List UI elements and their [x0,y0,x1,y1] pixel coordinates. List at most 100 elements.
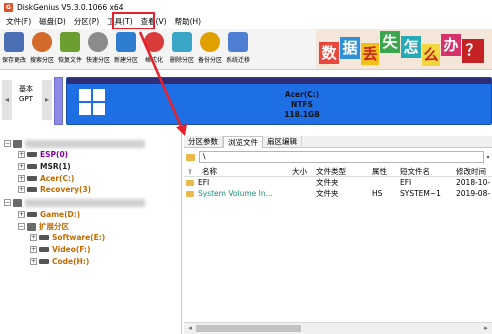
backup-partition-button[interactable]: 备份分区 [196,29,224,69]
tree-item-msr[interactable]: + MSR(1) [18,161,71,172]
expand-icon[interactable]: + [18,163,25,170]
menu-partition[interactable]: 分区(P) [70,16,103,27]
scroll-thumb[interactable] [196,325,301,332]
tree-label: Game(D:) [40,210,81,219]
disk-gpt-label: GPT [19,95,33,103]
column-attr[interactable]: 属性 [372,166,387,177]
file-mtime: 2018-10- [456,178,491,187]
file-attr: HS [372,189,383,198]
file-type: 文件夹 [316,178,339,187]
disk-next-arrow[interactable]: ▸ [42,80,52,120]
column-name[interactable]: 名称 [202,166,217,177]
path-input[interactable]: \ [199,151,484,163]
tree-label: Video(F:) [52,245,91,254]
partition-block-acer[interactable]: Acer(C:) NTFS 118.1GB [66,77,492,125]
recover-files-button[interactable]: 恢复文件 [56,29,84,69]
toolbar-label: 备份分区 [197,57,222,64]
tree-item-extended[interactable]: − 扩展分区 [18,221,69,232]
detail-tabs: 分区参数 浏览文件 扇区编辑 [184,136,492,148]
horizontal-scrollbar[interactable]: ◂ ▸ [184,322,492,334]
folder-icon [186,180,194,186]
toolbar-label: 删除分区 [169,57,194,64]
tree-item-recovery[interactable]: + Recovery(3) [18,184,91,195]
scroll-left-icon[interactable]: ◂ [184,323,196,334]
tree-item-esp[interactable]: + ESP(0) [18,149,68,160]
column-size[interactable]: 大小 [292,166,307,177]
expand-icon[interactable]: + [18,211,25,218]
menu-disk[interactable]: 磁盘(D) [35,16,70,27]
folder-icon [186,191,194,197]
tools-menu-highlight [112,12,155,30]
new-partition-button[interactable]: 新建分区 [112,29,140,69]
tree-item-game[interactable]: + Game(D:) [18,209,80,220]
partition-icon [39,247,49,252]
tree-disk1[interactable]: − [4,197,145,208]
table-row[interactable]: EFI 文件夹 EFI 2018-10- [184,178,492,188]
tree-item-video[interactable]: + Video(F:) [30,244,90,255]
tree-item-acer[interactable]: + Acer(C:) [18,173,74,184]
search-icon [32,32,52,52]
partition-icon [39,235,49,240]
column-mtime[interactable]: 修改时间 [456,166,486,177]
expand-icon[interactable]: + [30,258,37,265]
up-folder-icon[interactable]: ⇪ [187,166,193,177]
partition-icon [27,212,37,217]
scroll-right-icon[interactable]: ▸ [480,323,492,334]
partition-usage-bar [67,78,491,84]
toolbar-label: 保存更改 [1,57,26,64]
tree-label: MSR(1) [40,162,71,171]
tree-label: Recovery(3) [40,185,92,194]
file-list: ⇪ 名称 大小 文件类型 属性 短文件名 修改时间 EFI 文件夹 EFI 20… [184,166,492,334]
toolbar: 保存更改 搜索分区 恢复文件 快速分区 新建分区 格式化 删除分区 备份分区 系… [0,29,316,69]
partition-info: Acer(C:) NTFS 118.1GB [202,90,402,120]
disk-prev-arrow[interactable]: ◂ [2,80,12,120]
disk-icon [13,198,22,207]
collapse-icon[interactable]: − [4,140,11,147]
quick-partition-icon [88,32,108,52]
tree-label: ESP(0) [40,150,69,159]
expand-icon[interactable]: + [18,175,25,182]
save-icon [4,32,24,52]
path-bar: \ ▾ [184,150,492,164]
tree-item-code[interactable]: + Code(H:) [30,256,89,267]
banner-tile: 办 [441,34,461,56]
expand-icon[interactable]: + [18,151,25,158]
save-changes-button[interactable]: 保存更改 [0,29,28,69]
format-button[interactable]: 格式化 [140,29,168,69]
redacted-disk-name [25,198,145,207]
system-migrate-button[interactable]: 系统迁移 [224,29,252,69]
search-partition-button[interactable]: 搜索分区 [28,29,56,69]
quick-partition-button[interactable]: 快速分区 [84,29,112,69]
delete-partition-button[interactable]: 删除分区 [168,29,196,69]
table-row[interactable]: System Volume In... 文件夹 HS SYSTEM~1 2019… [184,189,492,199]
collapse-icon[interactable]: − [18,223,25,230]
disk-basic-label: 基本 [19,85,33,93]
tree-disk0[interactable]: − [4,138,145,149]
small-partition-block[interactable] [54,77,63,125]
disk-map-panel: 基本 GPT ◂ ▸ Acer(C:) NTFS 118.1GB [0,69,492,131]
expand-icon[interactable]: + [30,234,37,241]
tree-item-software[interactable]: + Software(E:) [30,232,105,243]
tab-sector-edit[interactable]: 扇区编辑 [263,136,302,148]
menu-help[interactable]: 帮助(H) [171,16,206,27]
partition-size: 118.1GB [284,110,320,119]
banner-tile: 据 [340,37,360,59]
file-name: EFI [198,178,210,187]
tab-browse-files[interactable]: 浏览文件 [223,136,263,148]
column-short-name[interactable]: 短文件名 [400,166,430,177]
tab-partition-params[interactable]: 分区参数 [184,136,223,148]
migrate-icon [228,32,248,52]
expand-icon[interactable]: + [18,186,25,193]
expand-icon[interactable]: + [30,246,37,253]
partition-icon [27,164,37,169]
toolbar-label: 快速分区 [85,57,110,64]
chevron-down-icon[interactable]: ▾ [484,154,492,161]
redacted-disk-name [25,139,145,148]
menu-file[interactable]: 文件(F) [2,16,35,27]
file-name: System Volume In... [198,189,273,198]
partition-icon [27,176,37,181]
collapse-icon[interactable]: − [4,199,11,206]
ad-banner[interactable]: 数 据 丢 失 怎 么 办 ？ [316,29,492,69]
toolbar-label: 系统迁移 [225,57,250,64]
column-type[interactable]: 文件类型 [316,166,346,177]
